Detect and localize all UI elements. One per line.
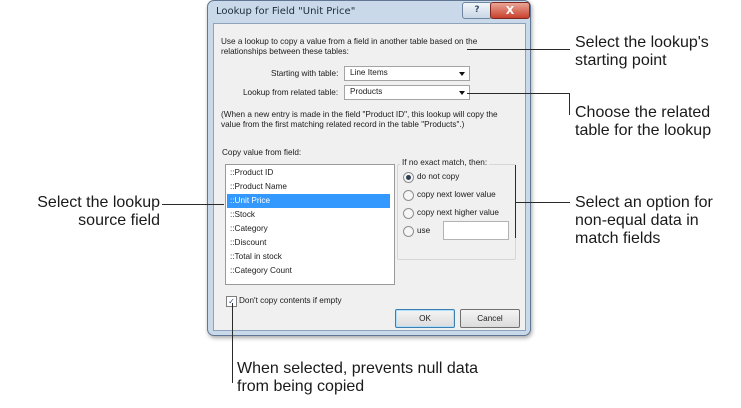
callout-line: match fields bbox=[575, 230, 661, 247]
list-item[interactable]: ::Discount bbox=[227, 236, 390, 250]
cancel-button[interactable]: Cancel bbox=[460, 309, 520, 328]
lookup-note-line1: (When a new entry is made in the field "… bbox=[221, 110, 498, 119]
chevron-down-icon bbox=[459, 72, 465, 76]
callout-related-table: Choose the related table for the lookup bbox=[575, 104, 711, 140]
list-item[interactable]: ::Category Count bbox=[227, 264, 390, 278]
callout-line: Select the lookup bbox=[37, 194, 160, 211]
callout-line: from being copied bbox=[237, 378, 365, 395]
radio-use[interactable] bbox=[403, 226, 414, 237]
chevron-down-icon bbox=[459, 91, 465, 95]
callout-source-field: Select the lookup source field bbox=[30, 194, 160, 230]
leader-line bbox=[467, 49, 570, 50]
leader-line bbox=[232, 303, 233, 383]
callout-line: source field bbox=[78, 212, 160, 229]
list-item[interactable]: ::Product ID bbox=[227, 166, 390, 180]
radio-do-not-copy[interactable] bbox=[403, 172, 414, 183]
help-button[interactable]: ? bbox=[462, 2, 492, 19]
leader-line bbox=[162, 204, 224, 205]
dont-copy-label: Don't copy contents if empty bbox=[239, 296, 342, 305]
callout-options: Select an option for non-equal data in m… bbox=[575, 194, 713, 248]
intro-text-line1: Use a lookup to copy a value from a fiel… bbox=[221, 37, 478, 46]
starting-table-value: Line Items bbox=[350, 68, 388, 77]
option-label: do not copy bbox=[417, 172, 460, 181]
starting-table-label: Starting with table: bbox=[271, 69, 339, 78]
callout-line: Choose the related bbox=[575, 104, 711, 121]
lookup-dialog: Lookup for Field "Unit Price" ? X Use a … bbox=[207, 0, 531, 336]
related-table-value: Products bbox=[350, 87, 383, 96]
lookup-note-line2: value from the first matching related re… bbox=[221, 120, 465, 129]
option-label: copy next higher value bbox=[417, 208, 499, 217]
list-item-selected[interactable]: ::Unit Price bbox=[227, 194, 390, 208]
ok-button[interactable]: OK bbox=[395, 309, 455, 328]
callout-null-data: When selected, prevents null data from b… bbox=[237, 360, 478, 396]
leader-line bbox=[569, 93, 570, 115]
radio-next-lower[interactable] bbox=[403, 190, 414, 201]
callout-line: Select the lookup's bbox=[575, 34, 709, 51]
related-table-label: Lookup from related table: bbox=[243, 88, 339, 97]
copy-value-label: Copy value from field: bbox=[222, 148, 302, 157]
dialog-title: Lookup for Field "Unit Price" bbox=[216, 6, 356, 17]
callout-line: starting point bbox=[575, 52, 667, 69]
leader-line bbox=[515, 202, 570, 203]
callout-line: When selected, prevents null data bbox=[237, 360, 479, 377]
use-value-input[interactable] bbox=[443, 221, 509, 240]
list-item[interactable]: ::Product Name bbox=[227, 180, 390, 194]
related-table-select[interactable]: Products bbox=[344, 85, 470, 100]
list-item[interactable]: ::Stock bbox=[227, 208, 390, 222]
starting-table-select[interactable]: Line Items bbox=[344, 66, 470, 81]
source-field-list[interactable]: ::Product ID ::Product Name ::Unit Price… bbox=[225, 164, 395, 285]
list-item[interactable]: ::Total in stock bbox=[227, 250, 390, 264]
list-item[interactable]: ::Category bbox=[227, 222, 390, 236]
callout-line: Select an option for bbox=[575, 194, 713, 211]
leader-line bbox=[467, 93, 570, 94]
no-match-label: If no exact match, then: bbox=[400, 158, 490, 168]
radio-next-higher[interactable] bbox=[403, 208, 414, 219]
intro-text-line2: relationships between these tables: bbox=[221, 47, 349, 56]
title-bar[interactable]: Lookup for Field "Unit Price" ? X bbox=[208, 1, 530, 23]
close-button[interactable]: X bbox=[490, 2, 530, 19]
option-label: copy next lower value bbox=[417, 190, 496, 199]
option-label: use bbox=[417, 226, 431, 235]
callout-line: table for the lookup bbox=[575, 122, 712, 139]
dialog-body: Use a lookup to copy a value from a fiel… bbox=[213, 23, 526, 331]
callout-starting-point: Select the lookup's starting point bbox=[575, 34, 709, 70]
callout-line: non-equal data in bbox=[575, 212, 699, 229]
